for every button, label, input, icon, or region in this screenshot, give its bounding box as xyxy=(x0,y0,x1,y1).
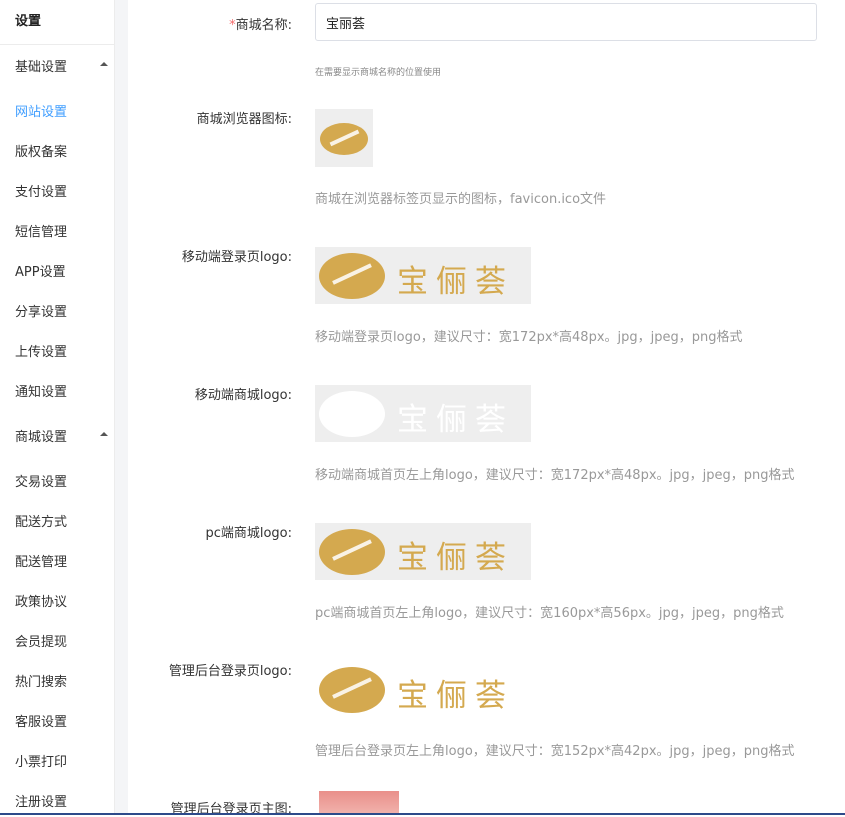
brand-logo-icon xyxy=(319,667,385,713)
caret-up-icon xyxy=(100,432,108,436)
sidebar-divider xyxy=(0,44,115,45)
pc-mall-logo-label: pc端商城logo: xyxy=(205,526,292,541)
sidebar-item-sms[interactable]: 短信管理 xyxy=(15,221,67,240)
sidebar-item-hot-search[interactable]: 热门搜索 xyxy=(15,671,67,690)
sidebar-item-website[interactable]: 网站设置 xyxy=(15,101,67,120)
sidebar-item-trade[interactable]: 交易设置 xyxy=(15,471,67,490)
brand-logo-icon xyxy=(319,253,385,299)
sidebar-group-basic[interactable]: 基础设置 xyxy=(15,56,108,75)
brand-logo-text: 宝俪荟 xyxy=(397,264,514,300)
mobile-login-logo-tip: 移动端登录页logo，建议尺寸：宽172px*高48px。jpg，jpeg，pn… xyxy=(315,330,743,345)
mall-name-tip: 在需要显示商城名称的位置使用 xyxy=(315,68,442,78)
pc-mall-logo-uploader[interactable]: 宝俪荟 xyxy=(315,523,531,580)
caret-up-icon xyxy=(100,62,108,66)
brand-logo-text: 宝俪荟 xyxy=(397,540,514,576)
sidebar-item-notification[interactable]: 通知设置 xyxy=(15,381,67,400)
sidebar-item-share[interactable]: 分享设置 xyxy=(15,301,67,320)
brand-logo-icon xyxy=(319,529,385,575)
sidebar-item-upload[interactable]: 上传设置 xyxy=(15,341,67,360)
sidebar-group-label: 商城设置 xyxy=(15,430,68,445)
sidebar-item-copyright[interactable]: 版权备案 xyxy=(15,141,67,160)
sidebar-item-app[interactable]: APP设置 xyxy=(15,261,66,280)
mobile-mall-logo-uploader[interactable]: 宝俪荟 xyxy=(315,385,531,442)
settings-sidebar: 设置 基础设置 网站设置 版权备案 支付设置 短信管理 APP设置 分享设置 上… xyxy=(0,0,115,815)
sidebar-title: 设置 xyxy=(15,14,42,29)
favicon-tip: 商城在浏览器标签页显示的图标，favicon.ico文件 xyxy=(315,192,607,207)
content-divider xyxy=(115,0,128,815)
brand-logo-text: 宝俪荟 xyxy=(397,402,514,438)
favicon-label: 商城浏览器图标: xyxy=(196,112,292,127)
sidebar-item-customer-service[interactable]: 客服设置 xyxy=(15,711,67,730)
brand-logo-icon xyxy=(320,123,368,155)
admin-login-logo-tip: 管理后台登录页左上角logo，建议尺寸：宽152px*高42px。jpg，jpe… xyxy=(315,744,795,759)
sidebar-group-label: 基础设置 xyxy=(15,60,68,75)
mall-name-label: *商城名称: xyxy=(229,18,292,33)
favicon-uploader[interactable] xyxy=(315,109,373,167)
sidebar-item-delivery-manage[interactable]: 配送管理 xyxy=(15,551,67,570)
sidebar-item-payment[interactable]: 支付设置 xyxy=(15,181,67,200)
sidebar-group-mall[interactable]: 商城设置 xyxy=(15,426,108,445)
sidebar-item-receipt-print[interactable]: 小票打印 xyxy=(15,751,67,770)
sidebar-item-register[interactable]: 注册设置 xyxy=(15,791,67,810)
brand-logo-icon xyxy=(319,391,385,437)
admin-login-main-image-uploader[interactable] xyxy=(319,791,399,815)
mall-name-input[interactable] xyxy=(315,3,817,41)
sidebar-item-delivery-method[interactable]: 配送方式 xyxy=(15,511,67,530)
mobile-mall-logo-label: 移动端商城logo: xyxy=(194,388,292,403)
sidebar-item-withdraw[interactable]: 会员提现 xyxy=(15,631,67,650)
brand-logo-text: 宝俪荟 xyxy=(397,678,514,714)
sidebar-item-policy[interactable]: 政策协议 xyxy=(15,591,67,610)
mobile-login-logo-label: 移动端登录页logo: xyxy=(181,250,292,265)
pc-mall-logo-tip: pc端商城首页左上角logo，建议尺寸：宽160px*高56px。jpg，jpe… xyxy=(315,606,784,621)
mobile-mall-logo-tip: 移动端商城首页左上角logo，建议尺寸：宽172px*高48px。jpg，jpe… xyxy=(315,468,795,483)
admin-login-logo-uploader[interactable]: 宝俪荟 xyxy=(315,661,531,718)
admin-login-logo-label: 管理后台登录页logo: xyxy=(168,664,292,679)
mobile-login-logo-uploader[interactable]: 宝俪荟 xyxy=(315,247,531,304)
